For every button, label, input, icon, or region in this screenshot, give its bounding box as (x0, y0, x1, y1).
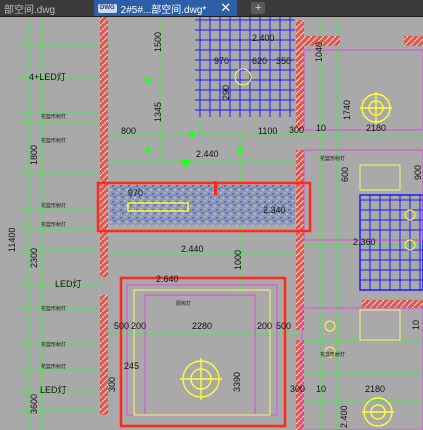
dim-text: 2300 (29, 248, 39, 268)
dim-text: 300 (107, 377, 117, 392)
label-text: 花篮形射灯 (41, 202, 66, 209)
tab-label: 部空间.dwg (4, 4, 56, 16)
label-text: 花篮形射灯 (41, 341, 66, 348)
dim-text: 900 (413, 165, 423, 180)
close-tab-icon[interactable]: ✕ (220, 1, 231, 14)
dim-text: 800 (121, 126, 136, 136)
dim-text: 620 (252, 56, 267, 66)
room-label: 厨房灯 (176, 300, 191, 307)
ceiling-lamp-icon (362, 397, 394, 427)
ceiling-lamp-icon (180, 358, 222, 400)
dim-text: 500 (114, 321, 129, 331)
dim-text: 2180 (366, 123, 386, 133)
label-text: 花篮形射灯 (41, 137, 66, 144)
label-text: 花篮形射灯 (41, 221, 66, 228)
dim-text: 10 (411, 320, 421, 330)
dim-text: 350 (276, 56, 291, 66)
dim-text: 10 (316, 123, 326, 133)
dim-text: 2280 (192, 321, 212, 331)
dim-text: 1740 (342, 100, 352, 120)
dim-text: 2180 (365, 384, 385, 394)
dwg-file-icon: DWG (98, 3, 117, 13)
ceiling-lamp-icon (360, 92, 392, 124)
label-text: 花篮形射灯 (320, 155, 345, 162)
dim-text: 1040 (314, 42, 324, 62)
label-text: 花篮形射灯 (41, 305, 66, 312)
tile-grid-top (195, 17, 295, 117)
label-text: LED灯 (55, 279, 82, 289)
label-text: 花篮形射灯 (320, 351, 345, 358)
label-text: 4+LED灯 (29, 72, 66, 82)
dim-text: 1345 (153, 102, 163, 122)
dim-text: 600 (340, 167, 350, 182)
dim-text: 2.360 (353, 237, 376, 247)
new-tab-button[interactable]: + (251, 2, 266, 14)
dim-text: 300 (290, 384, 305, 394)
dim-text: 200 (257, 321, 272, 331)
selection-box-2 (119, 276, 287, 428)
dim-text: 245 (124, 361, 139, 371)
dim-text: 2.400 (252, 33, 275, 43)
dim-text: 290 (221, 85, 231, 100)
dim-text: 10 (316, 384, 326, 394)
dim-text: 2.440 (181, 244, 204, 254)
cad-drawing[interactable]: 1500 2.400 970 620 350 1040 290 1345 800… (0, 17, 423, 430)
dim-text: 11400 (7, 228, 17, 252)
dim-text: 1800 (29, 145, 39, 165)
label-text: 花篮形射灯 (41, 113, 66, 120)
label-text: 花篮形射灯 (41, 363, 66, 370)
tab-drawing-2[interactable]: DWG 2#5#...部空间.dwg* ✕ (94, 0, 238, 16)
dim-text: 970 (128, 188, 143, 198)
dim-text: 500 (276, 321, 291, 331)
dim-text: 2.340 (263, 205, 286, 215)
dim-text: 2.440 (196, 149, 219, 159)
drawing-canvas[interactable]: 1500 2.400 970 620 350 1040 290 1345 800… (0, 17, 423, 430)
document-tab-bar: 部空间.dwg DWG 2#5#...部空间.dwg* ✕ + (0, 0, 423, 17)
dim-text: 2.640 (156, 274, 179, 284)
dim-text: 1500 (153, 32, 163, 52)
dim-text: 2.400 (339, 405, 349, 428)
dim-text: 3390 (232, 372, 242, 392)
dim-text: 1100 (258, 126, 277, 136)
dim-text: 3600 (29, 394, 39, 414)
tab-label: 2#5#...部空间.dwg* (120, 4, 207, 16)
tab-drawing-1[interactable]: 部空间.dwg (0, 0, 94, 16)
label-text: LED灯 (40, 385, 67, 395)
dim-text: 1000 (233, 250, 243, 270)
dim-text: 970 (214, 56, 229, 66)
dim-text: 300 (289, 125, 304, 135)
dim-text: 200 (131, 321, 146, 331)
